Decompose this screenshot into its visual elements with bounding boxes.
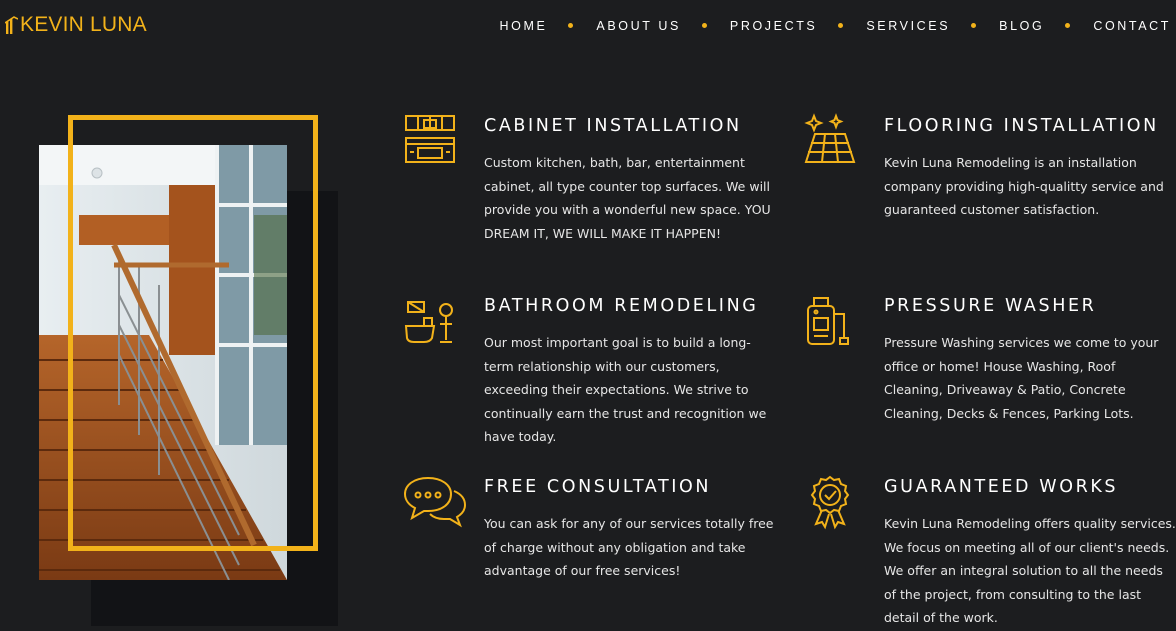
nav-separator-dot: [1065, 22, 1071, 28]
award-badge-icon: [810, 475, 850, 530]
service-description: Kevin Luna Remodeling is an installation…: [884, 155, 1164, 218]
nav-projects[interactable]: PROJECTS: [730, 19, 817, 33]
site-logo[interactable]: KEVIN LUNA: [5, 13, 147, 37]
logo-text: KEVIN LUNA: [20, 13, 147, 36]
flooring-icon: [804, 113, 856, 163]
main-nav: HOME ABOUT US PROJECTS SERVICES BLOG CON…: [500, 19, 1172, 33]
service-title: BATHROOM REMODELING: [484, 296, 759, 316]
nav-blog[interactable]: BLOG: [999, 19, 1044, 33]
bathroom-icon: [404, 301, 453, 343]
site-header: KEVIN LUNA HOME ABOUT US PROJECTS SERVIC…: [0, 0, 1176, 54]
nav-about-us[interactable]: ABOUT US: [596, 19, 680, 33]
pressure-washer-icon: [807, 297, 849, 345]
service-title: FREE CONSULTATION: [484, 477, 712, 497]
service-description: Custom kitchen, bath, bar, entertainment…: [484, 155, 771, 241]
service-title: FLOORING INSTALLATION: [884, 116, 1159, 136]
chat-bubbles-icon: [403, 476, 467, 528]
service-description: You can ask for any of our services tota…: [484, 516, 774, 579]
service-description: Kevin Luna Remodeling offers quality ser…: [884, 516, 1176, 626]
service-description: Our most important goal is to build a lo…: [484, 335, 767, 445]
service-description: Pressure Washing services we come to you…: [884, 335, 1159, 421]
logo-mark-icon: [5, 16, 18, 34]
kitchen-cabinet-icon: [405, 115, 455, 163]
nav-home[interactable]: HOME: [500, 19, 548, 33]
nav-services[interactable]: SERVICES: [866, 19, 950, 33]
nav-contact[interactable]: CONTACT: [1093, 19, 1171, 33]
nav-separator-dot: [701, 22, 707, 28]
nav-separator-dot: [838, 22, 844, 28]
service-title: PRESSURE WASHER: [884, 296, 1097, 316]
accent-frame: [68, 115, 318, 551]
nav-separator-dot: [971, 22, 977, 28]
service-title: CABINET INSTALLATION: [484, 116, 742, 136]
service-title: GUARANTEED WORKS: [884, 477, 1119, 497]
nav-separator-dot: [568, 22, 574, 28]
